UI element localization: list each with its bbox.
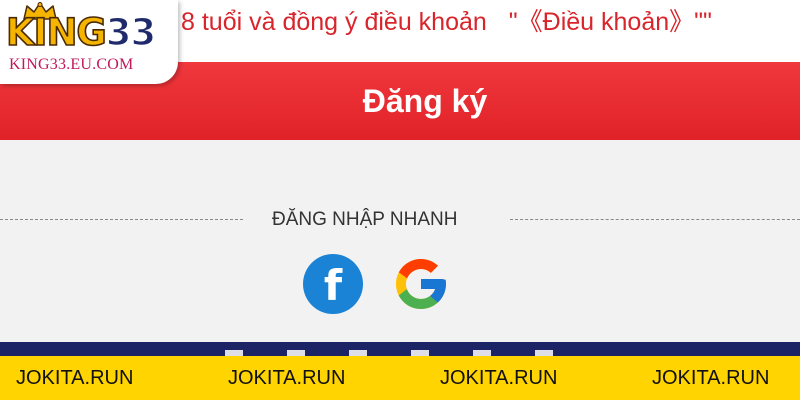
site-logo[interactable]: KING33 KING33.EU.COM — [0, 0, 178, 84]
logo-wordmark: KING33 — [5, 11, 157, 55]
logo-number: 33 — [105, 11, 157, 55]
ticker-item[interactable]: JOKITA.RUN — [228, 366, 345, 390]
terms-notice: 8 tuổi và đồng ý điều khoản "《Điều khoản》… — [181, 6, 712, 38]
ticker-item[interactable]: JOKITA.RUN — [652, 366, 769, 390]
terms-text: 8 tuổi và đồng ý điều khoản — [181, 8, 487, 36]
divider-line-right — [510, 219, 800, 220]
facebook-login-button[interactable]: f — [303, 254, 363, 314]
quick-login-label: ĐĂNG NHẬP NHANH — [272, 209, 458, 230]
google-icon — [396, 259, 446, 309]
facebook-icon: f — [323, 261, 343, 310]
terms-link[interactable]: "《Điều khoản》"" — [509, 8, 712, 36]
ticker-item[interactable]: JOKITA.RUN — [440, 366, 557, 390]
google-login-button[interactable] — [391, 254, 451, 314]
logo-url: KING33.EU.COM — [9, 56, 134, 73]
logo-letters: KING — [5, 11, 107, 55]
ticker-bar: JOKITA.RUN JOKITA.RUN JOKITA.RUN JOKITA.… — [0, 356, 800, 400]
quick-login-divider: ĐĂNG NHẬP NHANH — [0, 202, 800, 236]
divider-line-left — [0, 219, 243, 220]
ticker-item[interactable]: JOKITA.RUN — [16, 366, 133, 390]
